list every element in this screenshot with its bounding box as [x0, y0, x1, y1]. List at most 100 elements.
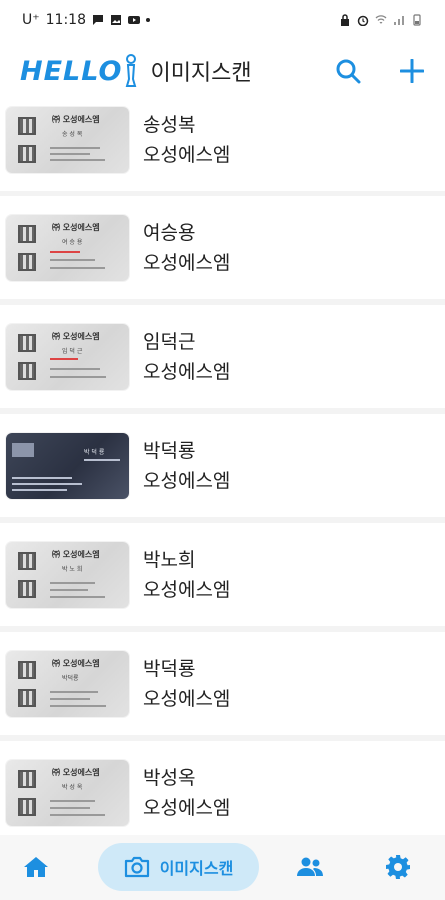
hello-logo: HELLO [20, 54, 138, 88]
list-item[interactable]: ㈜ 오성에스엠 박 노 희 박노희 오성에스엠 [0, 523, 445, 626]
card-text-line [50, 258, 95, 261]
qr-icon [18, 688, 36, 707]
card-name: 박 덕 룡 [84, 448, 105, 456]
row-text: 박덕룡 오성에스엠 [143, 439, 230, 493]
list-item[interactable]: ㈜ 오성에스엠 박 성 옥 박성옥 오성에스엠 [0, 741, 445, 835]
card-text-line [50, 813, 105, 816]
card-brand: ㈜ 오성에스엠 [52, 658, 100, 668]
logo-figure-icon [126, 54, 137, 87]
alarm-icon [357, 15, 369, 26]
card-text-line [50, 146, 100, 149]
home-icon [24, 857, 48, 877]
business-card-thumbnail: ㈜ 오성에스엠 임 덕 근 [6, 323, 129, 390]
nav-image-scan[interactable]: 이미지스캔 [98, 843, 259, 891]
contact-company: 오성에스엠 [143, 251, 231, 274]
card-text-line [12, 476, 72, 479]
card-name: 박 노 희 [62, 565, 83, 573]
clock: 11:18 [45, 12, 86, 28]
wifi-icon [375, 15, 387, 24]
contact-company: 오성에스엠 [143, 687, 231, 710]
card-text-line [50, 806, 90, 809]
contact-company: 오성에스엠 [143, 578, 231, 601]
contact-name: 박덕룡 [143, 657, 196, 680]
qr-icon [18, 551, 36, 570]
list-item[interactable]: ㈜ 오성에스엠 여 승 용 여승용 오성에스엠 [0, 196, 445, 299]
contact-name: 여승용 [143, 221, 196, 244]
list-item[interactable]: 박 덕 룡 박덕룡 오성에스엠 [0, 414, 445, 517]
card-text-line [12, 482, 82, 485]
business-card-thumbnail: ㈜ 오성에스엠 박덕룡 [6, 650, 129, 717]
card-name: 여 승 용 [62, 238, 83, 246]
status-right [339, 14, 423, 26]
card-text-line [50, 704, 106, 707]
business-card-thumbnail: ㈜ 오성에스엠 박 성 옥 [6, 759, 129, 826]
card-name: 송 성 복 [62, 130, 83, 138]
card-logo-block [12, 442, 34, 457]
nav-scan-label: 이미지스캔 [159, 859, 234, 878]
business-card-thumbnail: ㈜ 오성에스엠 박 노 희 [6, 541, 129, 608]
qr-icon [18, 769, 36, 788]
card-text-line [50, 581, 95, 584]
page-title: 이미지스캔 [150, 61, 252, 86]
plus-icon [400, 59, 424, 83]
business-card-thumbnail: ㈜ 오성에스엠 여 승 용 [6, 214, 129, 281]
qr-icon [18, 116, 36, 135]
carrier-label: U⁺ [22, 12, 40, 28]
card-text-line [50, 250, 80, 253]
qr-icon [18, 224, 36, 243]
card-brand: ㈜ 오성에스엠 [52, 549, 100, 559]
qr-icon [18, 252, 36, 271]
status-bar: U⁺ 11:18 [0, 0, 445, 40]
row-text: 박덕룡 오성에스엠 [143, 657, 230, 711]
card-brand: ㈜ 오성에스엠 [52, 331, 100, 341]
search-button[interactable] [333, 56, 363, 86]
nav-settings[interactable] [378, 843, 418, 891]
battery-icon [413, 14, 421, 26]
logo-text: HELLO [20, 55, 123, 87]
contact-name: 박덕룡 [143, 439, 196, 462]
contact-name: 임덕근 [143, 330, 196, 353]
nav-contacts[interactable] [290, 843, 330, 891]
card-text-line [50, 375, 106, 378]
camera-icon [124, 856, 149, 878]
card-text-line [50, 595, 105, 598]
list-item[interactable]: ㈜ 오성에스엠 임 덕 근 임덕근 오성에스엠 [0, 305, 445, 408]
row-text: 여승용 오성에스엠 [143, 221, 230, 275]
notification-dot-icon [146, 18, 150, 22]
card-text-line [50, 799, 95, 802]
app-header: HELLO 이미지스캔 [0, 40, 445, 102]
add-button[interactable] [397, 56, 427, 86]
list-item[interactable]: ㈜ 오성에스엠 박덕룡 박덕룡 오성에스엠 [0, 632, 445, 735]
contact-company: 오성에스엠 [143, 796, 231, 819]
card-name: 박 성 옥 [62, 783, 83, 791]
bottom-nav: 이미지스캔 [0, 835, 445, 900]
contact-company: 오성에스엠 [143, 143, 231, 166]
qr-icon [18, 144, 36, 163]
youtube-icon [128, 16, 140, 24]
card-text-line [50, 367, 100, 370]
card-name: 박덕룡 [62, 674, 79, 682]
contact-name: 박성옥 [143, 766, 196, 789]
card-text-line [50, 152, 90, 155]
qr-icon [18, 797, 36, 816]
contact-company: 오성에스엠 [143, 469, 231, 492]
card-text-line [50, 266, 105, 269]
row-text: 박성옥 오성에스엠 [143, 766, 230, 820]
row-text: 박노희 오성에스엠 [143, 548, 230, 602]
row-text: 송성복 오성에스엠 [143, 113, 230, 167]
business-card-thumbnail: ㈜ 오성에스엠 송 성 복 [6, 106, 129, 173]
card-text-line [50, 588, 88, 591]
card-text-line [50, 357, 78, 360]
card-text-line [50, 158, 105, 161]
contact-company: 오성에스엠 [143, 360, 231, 383]
qr-icon [18, 333, 36, 352]
card-name: 임 덕 근 [62, 347, 83, 355]
list-item[interactable]: ㈜ 오성에스엠 송 성 복 송성복 오성에스엠 [0, 102, 445, 191]
card-list[interactable]: ㈜ 오성에스엠 송 성 복 송성복 오성에스엠 ㈜ 오성에스엠 여 승 용 여승… [0, 102, 445, 835]
search-icon [336, 59, 361, 84]
nav-home[interactable] [16, 843, 56, 891]
card-brand: ㈜ 오성에스엠 [52, 222, 100, 232]
gear-icon [386, 855, 410, 879]
row-text: 임덕근 오성에스엠 [143, 330, 230, 384]
contact-name: 송성복 [143, 113, 196, 136]
